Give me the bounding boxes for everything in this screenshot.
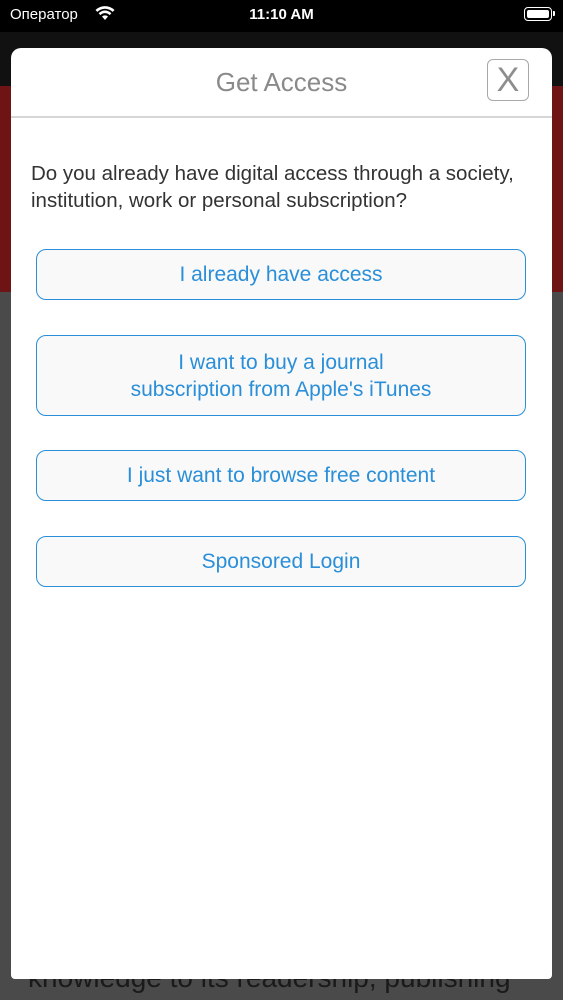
already-have-access-button[interactable]: I already have access (36, 249, 526, 300)
modal-header: Get Access X (11, 48, 552, 118)
sponsored-login-button[interactable]: Sponsored Login (36, 536, 526, 587)
access-question: Do you already have digital access throu… (31, 162, 514, 212)
battery-icon (524, 7, 555, 21)
status-time: 11:10 AM (249, 6, 314, 23)
get-access-modal: Get Access X Do you already have digital… (11, 48, 552, 979)
modal-title: Get Access (215, 67, 348, 97)
status-bar: Оператор 11:10 AM (0, 0, 563, 32)
buy-subscription-button[interactable]: I want to buy a journal subscription fro… (36, 335, 526, 416)
close-button[interactable]: X (487, 59, 529, 101)
browse-free-content-button[interactable]: I just want to browse free content (36, 450, 526, 501)
